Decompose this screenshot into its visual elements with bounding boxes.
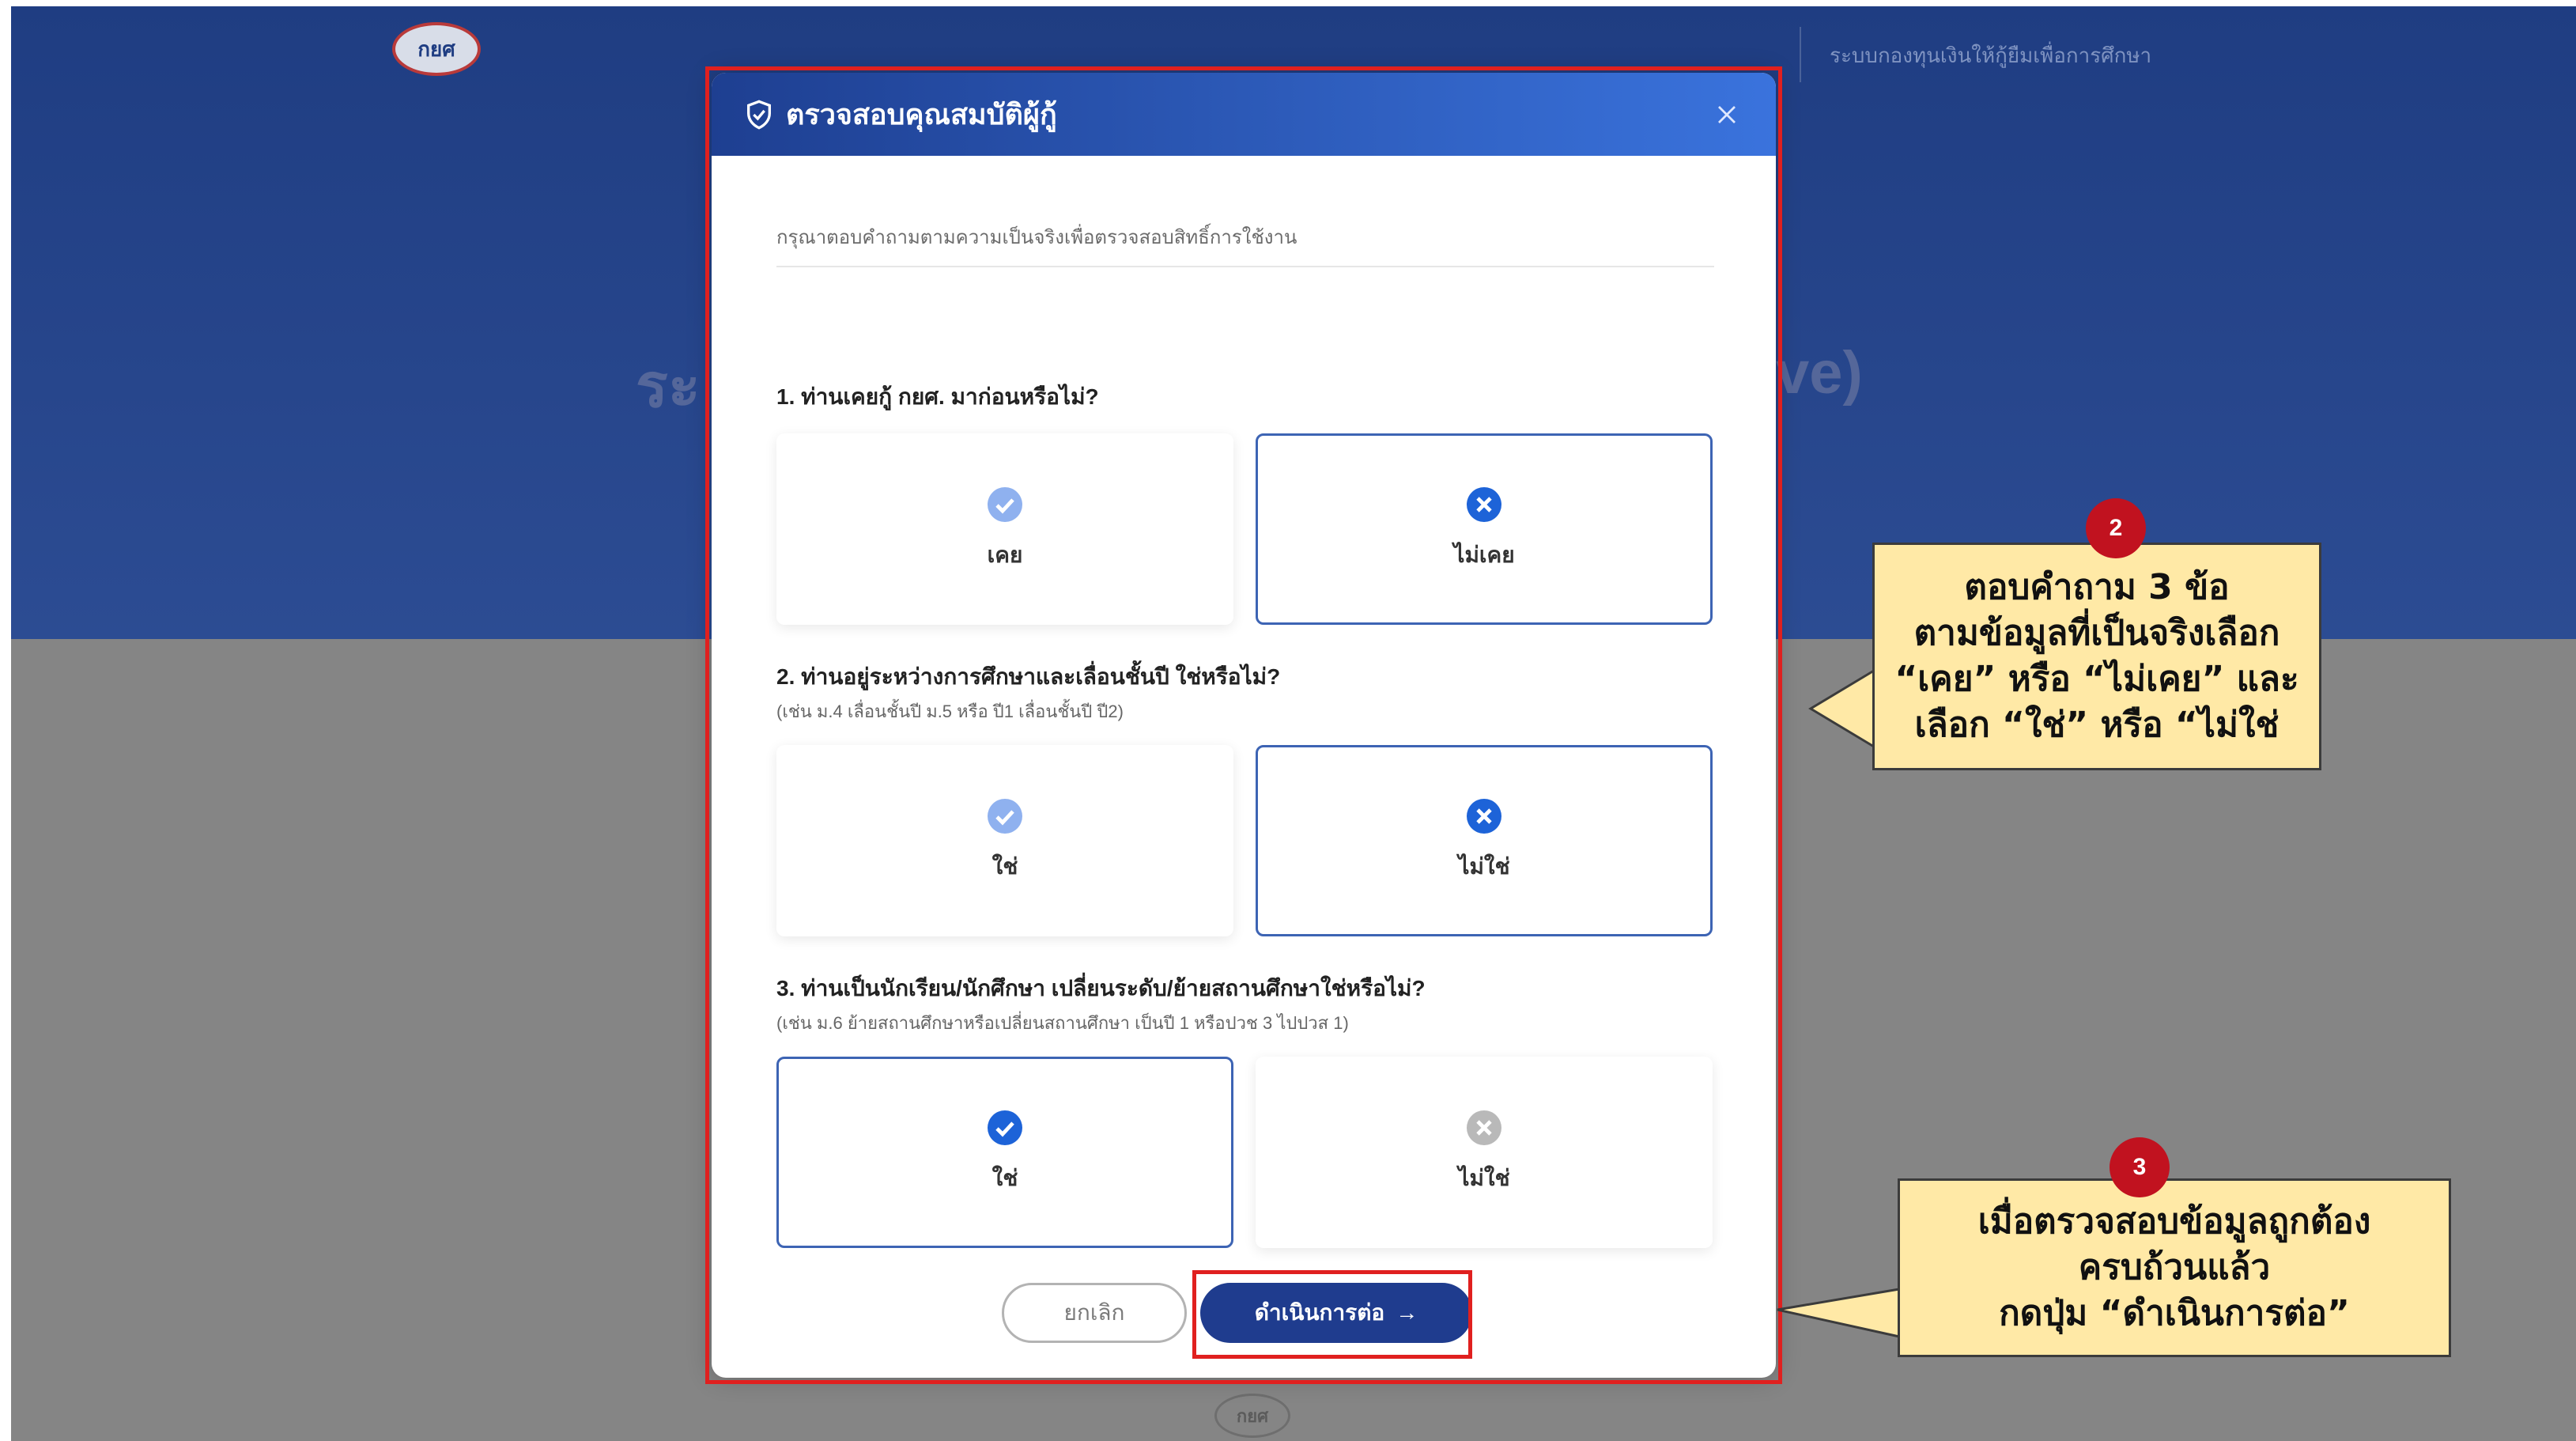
callout-step-3: เมื่อตรวจสอบข้อมูลถูกต้อง ครบถ้วนแล้ว กด… — [1898, 1178, 2451, 1357]
callout-line: ตามข้อมูลที่เป็นจริงเลือก — [1913, 613, 2280, 653]
callout-line: ครบถ้วนแล้ว — [2078, 1247, 2271, 1288]
system-name: ระบบกองทุนเงินให้กู้ยืมเพื่อการศึกษา — [1830, 43, 2152, 67]
hero-title-fragment-right: ve) — [1776, 339, 1863, 407]
footer-logo: กยศ — [1214, 1394, 1290, 1438]
step-badge-2: 2 — [2086, 498, 2146, 558]
callout-step-2: ตอบคำถาม 3 ข้อ ตามข้อมูลที่เป็นจริงเลือก… — [1872, 543, 2321, 770]
callout-line: “เคย” หรือ “ไม่เคย” และ — [1894, 659, 2299, 699]
continue-button-highlight-frame — [1192, 1270, 1472, 1359]
dialog-highlight-frame — [705, 66, 1782, 1384]
callout-line: ตอบคำถาม 3 ข้อ — [1964, 567, 2230, 607]
step-badge-3: 3 — [2110, 1137, 2170, 1197]
app-logo[interactable]: กยศ — [392, 22, 481, 76]
header-divider — [1800, 27, 1801, 82]
callout-line: เลือก “ใช่” หรือ “ไม่ใช่ — [1914, 705, 2279, 745]
hero-title-fragment-left: ระ — [636, 353, 701, 420]
callout-line: กดปุ่ม “ดำเนินการต่อ” — [1999, 1293, 2350, 1333]
callout-line: เมื่อตรวจสอบข้อมูลถูกต้อง — [1977, 1201, 2371, 1242]
